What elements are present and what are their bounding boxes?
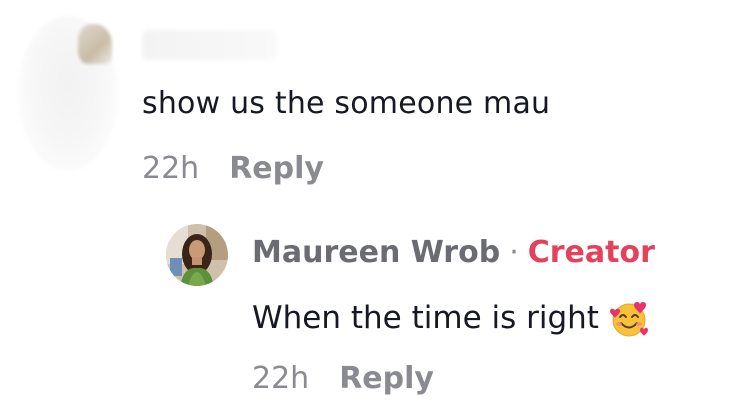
comment-text: When the time is right xyxy=(252,300,599,336)
reply-button[interactable]: Reply xyxy=(229,151,324,186)
comment-timestamp: 22h xyxy=(252,361,310,396)
separator-dot: · xyxy=(509,235,519,270)
comment-text: show us the someone mau xyxy=(142,86,551,121)
creator-badge: Creator xyxy=(527,235,655,270)
reply-button[interactable]: Reply xyxy=(339,361,434,396)
comment-meta: 22h Reply xyxy=(252,361,434,396)
avatar[interactable] xyxy=(166,224,228,286)
avatar-photo xyxy=(166,224,228,286)
smiling-face-with-hearts-icon xyxy=(609,302,648,337)
blurred-username[interactable] xyxy=(142,30,277,60)
comment-meta: 22h Reply xyxy=(142,151,324,186)
username[interactable]: Maureen Wrob xyxy=(252,235,500,270)
comment-timestamp: 22h xyxy=(142,151,200,186)
avatar[interactable] xyxy=(18,16,118,171)
avatar-detail xyxy=(78,24,112,64)
reply-body: When the time is right xyxy=(252,296,651,340)
reply-header: Maureen Wrob · Creator xyxy=(252,235,655,270)
